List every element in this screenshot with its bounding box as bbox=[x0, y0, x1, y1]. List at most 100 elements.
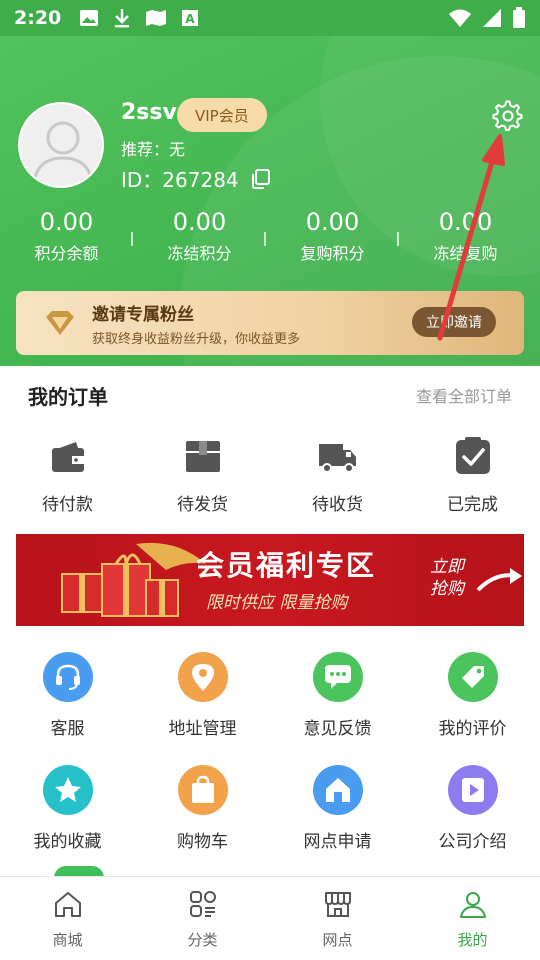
view-all-orders-link[interactable]: 查看全部订单 bbox=[416, 383, 512, 407]
arrow-right-icon bbox=[476, 568, 522, 592]
stat-label: 积分余额 bbox=[34, 244, 99, 263]
tab-label: 网点 bbox=[322, 931, 353, 949]
stat-frozen[interactable]: 0.00 冻结积分 bbox=[133, 208, 266, 264]
battery-icon bbox=[513, 7, 525, 28]
user-id-text: ID：267284 bbox=[121, 168, 239, 192]
member-benefits-banner[interactable]: 会员福利专区 限时供应 限量抢购 立即 抢购 bbox=[16, 534, 524, 626]
tab-category[interactable]: 分类 bbox=[135, 877, 270, 960]
service-feedback[interactable]: 意见反馈 bbox=[270, 652, 405, 739]
stat-label: 冻结复购 bbox=[433, 244, 498, 263]
banner-title: 会员福利专区 bbox=[196, 549, 377, 582]
tab-label: 我的 bbox=[457, 931, 488, 949]
invite-card[interactable]: 邀请专属粉丝 获取终身收益粉丝升级，你收益更多 立即邀请 bbox=[16, 291, 524, 355]
shopping-bag-icon bbox=[177, 765, 228, 815]
tab-mine[interactable]: 我的 bbox=[405, 877, 540, 960]
tab-label: 商城 bbox=[52, 931, 83, 949]
service-label: 客服 bbox=[50, 719, 85, 739]
service-label: 网点申请 bbox=[303, 832, 372, 852]
service-label: 购物车 bbox=[177, 832, 228, 852]
order-label: 待付款 bbox=[42, 495, 93, 515]
vip-badge[interactable]: VIP会员 bbox=[177, 98, 267, 132]
order-pending-payment[interactable]: 待付款 bbox=[0, 436, 135, 515]
orders-title: 我的订单 bbox=[28, 384, 108, 409]
user-id: ID：267284 bbox=[121, 164, 271, 193]
bottom-tab-bar: 商城 分类 网点 我的 bbox=[0, 876, 540, 960]
chat-icon bbox=[312, 652, 363, 702]
stat-value: 0.00 bbox=[39, 208, 94, 236]
shop-icon bbox=[324, 892, 351, 917]
tab-store[interactable]: 商城 bbox=[0, 877, 135, 960]
tab-label: 分类 bbox=[187, 931, 218, 949]
order-pending-shipment[interactable]: 待发货 bbox=[135, 436, 270, 515]
order-pending-receipt[interactable]: 待收货 bbox=[270, 436, 405, 515]
username: 2ssv bbox=[121, 100, 177, 125]
services-grid: 客服 地址管理 意见反馈 我的评价 我的收藏 购物车 网点申请 公司介绍 bbox=[0, 652, 540, 878]
package-icon bbox=[185, 441, 220, 472]
referrer-text: 推荐：无 bbox=[121, 140, 186, 159]
status-time: 2:20 bbox=[14, 7, 62, 29]
default-avatar-icon bbox=[32, 121, 94, 183]
store-icon bbox=[54, 892, 81, 917]
profile-header: 2ssv VIP会员 推荐：无 ID：267284 0.00 积分余额 0.00… bbox=[0, 36, 540, 366]
location-icon bbox=[177, 652, 228, 702]
order-label: 待收货 bbox=[312, 495, 363, 515]
banner-cta-line1: 立即 bbox=[430, 557, 464, 577]
stat-value: 0.00 bbox=[172, 208, 227, 236]
tab-outlets[interactable]: 网点 bbox=[270, 877, 405, 960]
banner-cta[interactable]: 立即 抢购 bbox=[430, 556, 464, 600]
invite-title: 邀请专属粉丝 bbox=[92, 304, 194, 325]
banner-subtitle: 限时供应 限量抢购 bbox=[206, 593, 348, 613]
invite-now-button[interactable]: 立即邀请 bbox=[412, 307, 496, 337]
stat-repurchase[interactable]: 0.00 复购积分 bbox=[266, 208, 399, 264]
order-label: 已完成 bbox=[447, 495, 498, 515]
download-icon bbox=[115, 9, 130, 28]
settings-gear-icon[interactable] bbox=[492, 100, 524, 132]
service-label: 意见反馈 bbox=[303, 719, 372, 739]
category-icon bbox=[189, 891, 216, 917]
signal-icon bbox=[483, 9, 501, 27]
points-stats: 0.00 积分余额 0.00 冻结积分 0.00 复购积分 0.00 冻结复购 bbox=[0, 208, 540, 264]
service-label: 公司介绍 bbox=[438, 832, 507, 852]
tag-icon bbox=[447, 652, 498, 702]
stat-balance[interactable]: 0.00 积分余额 bbox=[0, 208, 133, 264]
service-customer-support[interactable]: 客服 bbox=[0, 652, 135, 739]
divider bbox=[397, 232, 399, 246]
service-label: 我的收藏 bbox=[33, 832, 102, 852]
avatar[interactable] bbox=[18, 102, 104, 188]
map-icon bbox=[146, 10, 167, 26]
service-label: 地址管理 bbox=[168, 719, 237, 739]
stat-frozen-repurchase[interactable]: 0.00 冻结复购 bbox=[399, 208, 532, 264]
service-company-intro[interactable]: 公司介绍 bbox=[405, 765, 540, 852]
person-icon bbox=[459, 892, 486, 918]
check-clipboard-icon bbox=[455, 437, 490, 474]
wifi-icon bbox=[449, 9, 471, 27]
stat-value: 0.00 bbox=[305, 208, 360, 236]
status-bar: 2:20 A bbox=[0, 0, 540, 36]
diamond-icon bbox=[46, 311, 74, 335]
order-completed[interactable]: 已完成 bbox=[405, 436, 540, 515]
service-outlet-application[interactable]: 网点申请 bbox=[270, 765, 405, 852]
service-shopping-cart[interactable]: 购物车 bbox=[135, 765, 270, 852]
image-icon bbox=[80, 10, 99, 26]
invite-subtitle: 获取终身收益粉丝升级，你收益更多 bbox=[92, 331, 301, 347]
wallet-icon bbox=[51, 442, 84, 472]
stat-value: 0.00 bbox=[438, 208, 493, 236]
service-my-reviews[interactable]: 我的评价 bbox=[405, 652, 540, 739]
copy-icon[interactable] bbox=[249, 168, 271, 190]
stat-label: 复购积分 bbox=[300, 244, 365, 263]
play-icon bbox=[447, 765, 498, 815]
service-favorites[interactable]: 我的收藏 bbox=[0, 765, 135, 852]
orders-header: 我的订单 查看全部订单 bbox=[0, 366, 540, 424]
service-label: 我的评价 bbox=[438, 719, 507, 739]
stat-label: 冻结积分 bbox=[167, 244, 232, 263]
headset-icon bbox=[42, 652, 93, 702]
order-label: 待发货 bbox=[177, 495, 228, 515]
service-address-management[interactable]: 地址管理 bbox=[135, 652, 270, 739]
star-icon bbox=[42, 765, 93, 815]
order-status-row: 待付款 待发货 待收货 已完成 bbox=[0, 436, 540, 515]
banner-cta-line2: 抢购 bbox=[430, 579, 464, 599]
truck-icon bbox=[318, 444, 356, 473]
text-a-icon: A bbox=[182, 10, 199, 26]
svg-text:A: A bbox=[186, 12, 196, 26]
home-icon bbox=[312, 765, 363, 815]
